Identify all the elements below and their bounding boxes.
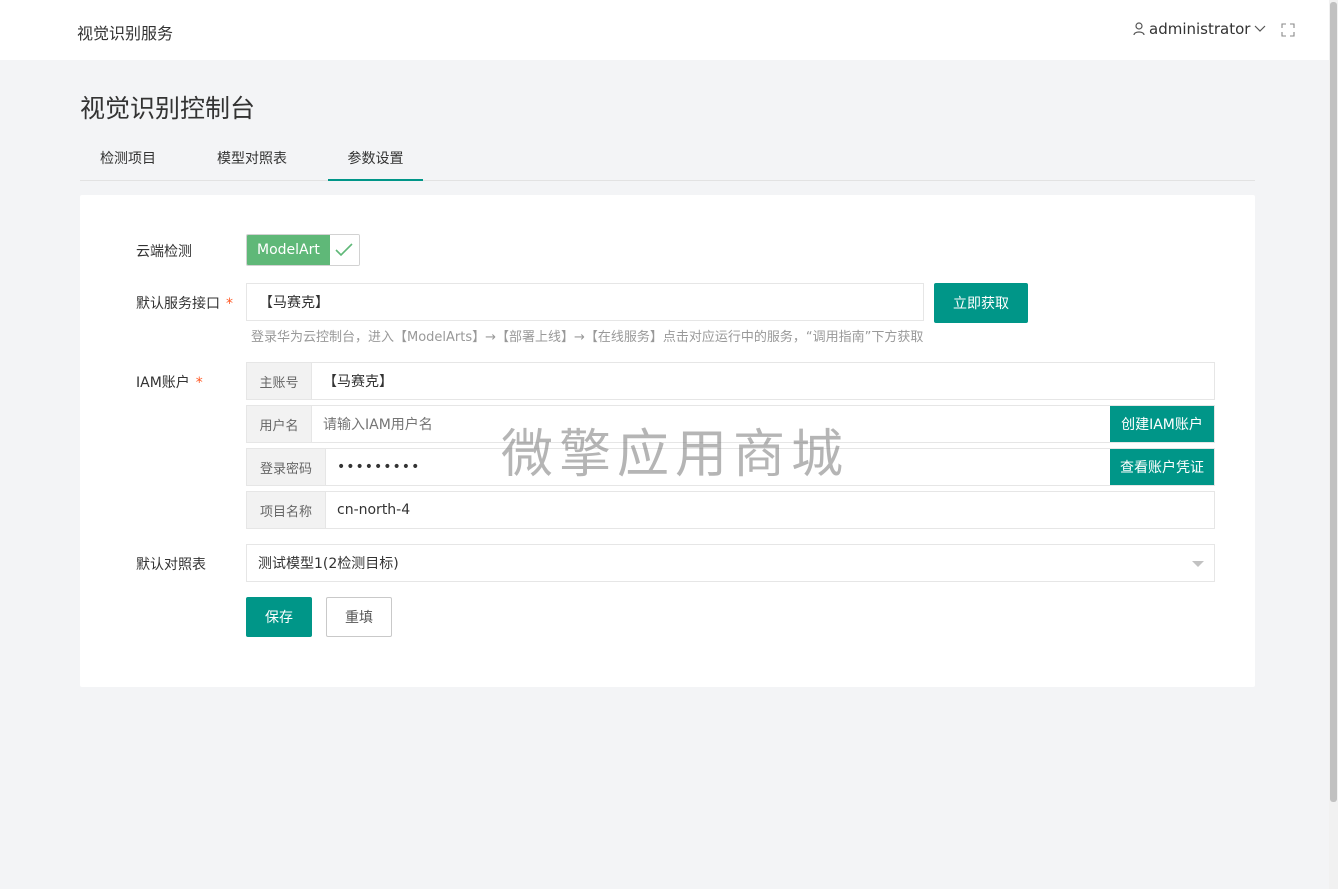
save-button[interactable]: 保存: [246, 597, 312, 637]
username-input[interactable]: 请输入IAM用户名: [312, 406, 1110, 442]
project-label: 项目名称: [247, 492, 326, 528]
scrollbar[interactable]: [1329, 0, 1338, 889]
settings-card: 云端检测 ModelArt 默认服务接口 * 【马赛克】 立即获取 登录华为云控制…: [80, 195, 1255, 687]
tab-model-table[interactable]: 模型对照表: [204, 143, 300, 179]
main-account-row: 主账号 【马赛克】: [246, 362, 1215, 400]
project-input[interactable]: cn-north-4: [326, 492, 1214, 528]
reset-button[interactable]: 重填: [326, 597, 392, 637]
cloud-detect-label: 云端检测: [136, 244, 192, 260]
fullscreen-icon[interactable]: [1281, 23, 1295, 37]
top-bar: 视觉识别服务 administrator: [0, 0, 1338, 60]
tab-detect-items[interactable]: 检测项目: [80, 143, 176, 179]
page-title: 视觉识别控制台: [80, 94, 256, 123]
iam-account-label: IAM账户 *: [136, 372, 203, 392]
default-table-select[interactable]: 测试模型1(2检测目标): [246, 544, 1215, 582]
modelart-checkbox[interactable]: ModelArt: [246, 234, 360, 266]
service-endpoint-label: 默认服务接口 *: [136, 293, 233, 313]
scrollbar-thumb[interactable]: [1330, 2, 1337, 802]
tab-bar: 检测项目 模型对照表 参数设置: [80, 143, 1255, 181]
main-account-input[interactable]: 【马赛克】: [312, 363, 1214, 399]
project-row: 项目名称 cn-north-4: [246, 491, 1215, 529]
default-table-label: 默认对照表: [136, 557, 206, 573]
create-iam-account-button[interactable]: 创建IAM账户: [1110, 406, 1214, 442]
password-row: 登录密码 ••••••••• 查看账户凭证: [246, 448, 1215, 486]
chevron-down-icon: [1254, 25, 1266, 33]
service-endpoint-label-text: 默认服务接口: [136, 296, 220, 312]
check-icon: [329, 235, 359, 265]
view-credentials-button[interactable]: 查看账户凭证: [1110, 449, 1214, 485]
username-label: 用户名: [247, 406, 312, 442]
username-row: 用户名 请输入IAM用户名 创建IAM账户: [246, 405, 1215, 443]
default-table-selected: 测试模型1(2检测目标): [258, 556, 399, 572]
password-input[interactable]: •••••••••: [326, 449, 1110, 485]
main-account-label: 主账号: [247, 363, 312, 399]
service-endpoint-input[interactable]: 【马赛克】: [246, 283, 924, 321]
iam-account-label-text: IAM账户: [136, 375, 190, 391]
password-label: 登录密码: [247, 449, 326, 485]
fetch-now-button[interactable]: 立即获取: [934, 283, 1028, 323]
required-mark: *: [226, 296, 233, 312]
username: administrator: [1149, 20, 1251, 38]
user-icon: [1133, 22, 1145, 36]
tab-settings[interactable]: 参数设置: [328, 143, 423, 181]
caret-down-icon: [1192, 561, 1204, 567]
user-menu[interactable]: administrator: [1133, 20, 1266, 38]
modelart-checkbox-label: ModelArt: [247, 235, 330, 265]
required-mark: *: [195, 375, 203, 391]
service-endpoint-hint: 登录华为云控制台，进入【ModelArts】→【部署上线】→【在线服务】点击对应…: [251, 330, 924, 345]
app-title: 视觉识别服务: [77, 24, 174, 43]
